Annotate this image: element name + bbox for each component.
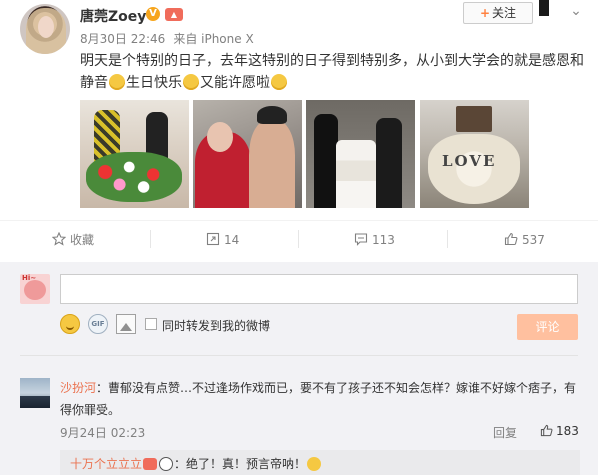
glasses-emoji-icon (183, 74, 199, 90)
comment-icon (354, 233, 368, 246)
sub-reply-text: 十万个立立立 ：绝了！真！预言帝呐！ (70, 455, 322, 472)
favorite-label: 收藏 (70, 233, 95, 247)
reply-button[interactable]: 回复 (493, 424, 517, 441)
avatar-face (38, 16, 54, 38)
post-text-part2: 生日快乐 (126, 75, 182, 91)
post-photo-1[interactable] (80, 100, 189, 208)
star-icon (52, 232, 66, 246)
action-separator (150, 230, 151, 248)
comment-body: ：曹郁没有点赞…不过逢场作戏而已，要不有了孩子还不知会怎样？嫁谁不好嫁个痞子，有… (60, 381, 577, 417)
grin-emoji-icon (109, 74, 125, 90)
repost-checkbox-label[interactable]: 同时转发到我的微博 (162, 317, 270, 334)
avatar-hi-text: Hi~ (22, 274, 37, 282)
post-text-part3: 又能许愿啦 (200, 75, 270, 91)
person-figure (314, 114, 338, 208)
follow-button[interactable]: + 关注 (463, 2, 533, 24)
comment-input[interactable] (60, 274, 578, 304)
cake (336, 140, 376, 208)
member-level-icon[interactable]: ▲ (165, 8, 183, 21)
pig-avatar-icon (24, 280, 46, 300)
person-face (207, 122, 233, 152)
post-photo-3[interactable] (306, 100, 415, 208)
follow-label: 关注 (492, 6, 517, 20)
post-text: 明天是个特别的日子，去年这特别的日子得到特别多，从小到大学会的就是感恩和静音 生日… (80, 50, 585, 94)
verified-badge-icon[interactable]: V (146, 7, 160, 21)
commenter-avatar[interactable] (20, 378, 50, 408)
emoji-picker-icon[interactable] (60, 314, 80, 334)
thumbs-up-icon (504, 232, 518, 246)
submit-comment-button[interactable]: 评论 (517, 314, 578, 340)
person-hair (257, 106, 287, 124)
author-avatar[interactable] (20, 4, 70, 54)
comment-time: 9月24日 02:23 (60, 426, 146, 440)
sub-reply-author[interactable]: 十万个立立立 (70, 457, 142, 471)
member-badge-icon (143, 458, 158, 470)
post-photo-4[interactable]: LOVE (420, 100, 529, 208)
comment-like-count: 183 (556, 424, 579, 438)
action-separator (298, 230, 299, 248)
post-menu-chevron-icon[interactable]: ⌄ (566, 2, 586, 22)
divider (20, 355, 578, 356)
post-date[interactable]: 8月30日 22:46 (80, 32, 165, 46)
person-figure (249, 120, 295, 208)
laugh-cry-emoji-icon (307, 457, 322, 471)
image-upload-icon[interactable] (116, 314, 136, 334)
person-figure (376, 118, 402, 208)
thumbs-up-icon (540, 424, 553, 437)
action-separator (447, 230, 448, 248)
post-source: 来自 iPhone X (173, 32, 254, 46)
comment-like-button[interactable]: 183 (540, 424, 579, 438)
gif-picker-icon[interactable]: GIF (88, 314, 108, 334)
divider (0, 220, 598, 221)
sub-reply-body: ：绝了！真！预言帝呐！ (174, 457, 307, 471)
plus-icon: + (479, 6, 491, 20)
like-count: 537 (522, 233, 545, 247)
love-text: LOVE (442, 152, 497, 170)
repost-count: 14 (224, 233, 240, 247)
repost-checkbox[interactable] (145, 318, 157, 330)
comment-text: 沙扮河：曹郁没有点赞…不过逢场作戏而已，要不有了孩子还不知会怎样？嫁谁不好嫁个痞… (60, 377, 580, 421)
corner-flag (539, 0, 549, 16)
post-meta: 8月30日 22:46 来自 iPhone X (80, 30, 262, 47)
post-photo-2[interactable] (193, 100, 302, 208)
repost-action[interactable]: 14 (206, 231, 239, 249)
like-action[interactable]: 537 (504, 231, 545, 249)
comment-action[interactable]: 113 (354, 231, 395, 249)
picture-frame (456, 106, 492, 132)
current-user-avatar[interactable]: Hi~ (20, 274, 50, 304)
wish-emoji-icon (271, 74, 287, 90)
commenter-name[interactable]: 沙扮河 (60, 381, 96, 395)
panda-emoji-icon (159, 457, 174, 471)
flower-bouquet (86, 152, 182, 202)
author-username[interactable]: 唐莞Zoey (80, 6, 146, 26)
comment-count: 113 (372, 233, 395, 247)
repost-icon (206, 232, 220, 246)
favorite-action[interactable]: 收藏 (52, 231, 94, 249)
